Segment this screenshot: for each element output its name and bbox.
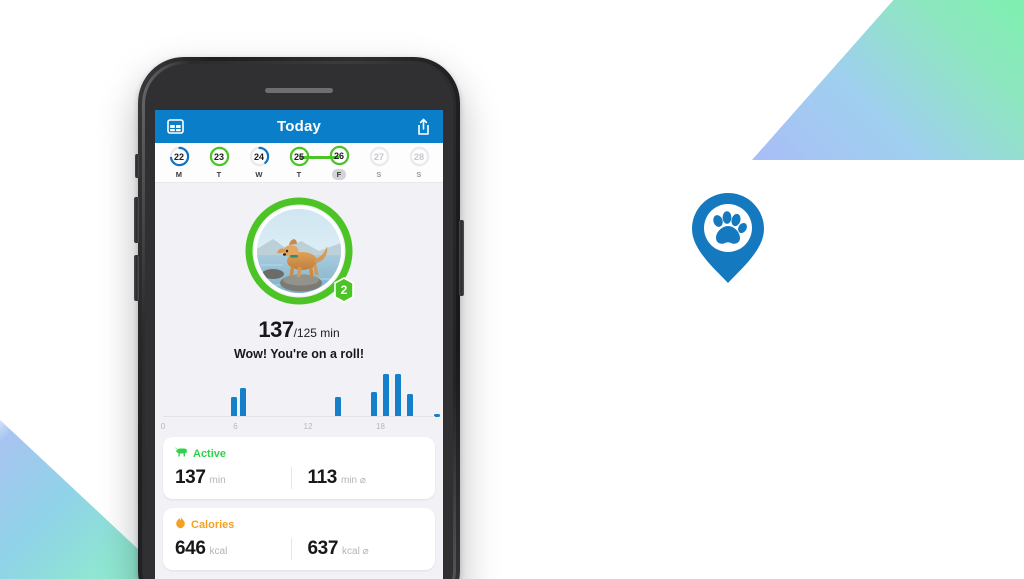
chart-x-tick: 0 (160, 422, 166, 431)
hero-section: 2 137/125 min Wow! You're on a roll! (155, 183, 443, 361)
volume-up-button[interactable] (134, 197, 139, 243)
chart-bar (407, 394, 414, 417)
score-goal: /125 min (293, 326, 340, 340)
hero-message: Wow! You're on a roll! (233, 347, 365, 361)
day-progress-ring: 26 (329, 145, 350, 166)
day-number: 26 (333, 150, 344, 161)
stat-card-active[interactable]: Active 137 min 113 min ⌀ (163, 437, 435, 499)
chart-bar (370, 392, 377, 417)
chart-x-tick: 18 (376, 422, 385, 431)
chart-bar (230, 397, 237, 417)
day-letter: M (175, 170, 183, 179)
day-number: 25 (293, 151, 304, 162)
chart-axis-line (163, 416, 435, 417)
flame-icon (175, 516, 186, 534)
day-letter: T (296, 170, 302, 179)
metric-secondary: 637 kcal ⌀ (290, 538, 424, 560)
card-title: Active (193, 448, 227, 460)
card-header: Active (175, 445, 423, 463)
metric-secondary-value: 113 (307, 467, 338, 488)
day-number: 24 (253, 151, 264, 162)
score-line: 137/125 min (155, 317, 443, 343)
stat-cards: Active 137 min 113 min ⌀ Calories 646 kcal 637 kc… (155, 437, 443, 570)
metric-primary-value: 646 (175, 538, 206, 559)
day-progress-ring: 24 (249, 146, 270, 167)
metric-secondary-value: 637 (307, 538, 339, 559)
chart-bar (334, 397, 341, 417)
week-day-23[interactable]: 23 T (201, 146, 237, 179)
week-day-27[interactable]: 27 S (361, 146, 397, 179)
speaker-grille (265, 88, 333, 93)
silent-switch-button[interactable] (135, 154, 139, 178)
metric-secondary-unit: min ⌀ (340, 475, 366, 486)
week-day-25[interactable]: 25 T (281, 146, 317, 179)
day-letter: S (376, 170, 382, 179)
card-header: Calories (175, 516, 423, 534)
card-body: 646 kcal 637 kcal ⌀ (175, 538, 423, 560)
share-icon[interactable] (413, 117, 433, 137)
day-number: 23 (213, 151, 224, 162)
metric-primary: 137 min (175, 467, 291, 489)
metric-primary: 646 kcal (175, 538, 291, 560)
day-progress-ring: 23 (209, 146, 230, 167)
day-letter: S (416, 170, 422, 179)
day-letter: W (255, 170, 263, 179)
day-progress-ring: 22 (169, 146, 190, 167)
chart-bar (395, 374, 401, 417)
card-body: 137 min 113 min ⌀ (175, 467, 423, 489)
avatar-progress-ring[interactable]: 2 (243, 195, 355, 307)
chart-bar (382, 374, 389, 417)
metric-secondary-unit: kcal ⌀ (342, 546, 369, 557)
week-day-28[interactable]: 28 S (401, 146, 437, 179)
calendar-icon[interactable] (165, 117, 185, 137)
badge-count-label: 2 (340, 283, 348, 297)
chart-bar (240, 387, 247, 417)
corner-gradient-top-right (752, 0, 1024, 160)
volume-down-button[interactable] (134, 255, 139, 301)
phone-mockup: Today 22M23T24W25T26F27S28S (134, 57, 464, 579)
metric-primary-unit: kcal (209, 546, 228, 557)
activity-bar-chart: 0 6 12 18 (155, 371, 443, 433)
phone-screen: Today 22M23T24W25T26F27S28S (155, 110, 443, 579)
metric-primary-value: 137 (175, 467, 206, 488)
week-day-22[interactable]: 22 M (161, 146, 197, 179)
card-title: Calories (191, 519, 235, 531)
day-progress-ring: 25 (289, 146, 310, 167)
app-header: Today (155, 110, 443, 143)
day-number: 22 (173, 151, 184, 162)
week-day-strip[interactable]: 22 M 23 T 24 W 25 T 26 F 27 S 28 S (155, 143, 443, 183)
page-title: Today (276, 118, 322, 135)
metric-primary-unit: min (209, 475, 226, 486)
week-day-26[interactable]: 26 F (321, 145, 357, 180)
day-number: 27 (373, 151, 384, 162)
day-letter: F (331, 169, 347, 180)
day-progress-ring: 28 (409, 146, 430, 167)
paw-map-pin-logo (683, 190, 773, 286)
day-letter: T (216, 170, 222, 179)
day-progress-ring: 27 (369, 146, 390, 167)
day-number: 28 (413, 151, 424, 162)
dog-icon (175, 445, 188, 463)
metric-secondary: 113 min ⌀ (290, 467, 424, 489)
chart-plot (163, 371, 440, 417)
chart-x-tick: 6 (233, 422, 238, 431)
week-day-24[interactable]: 24 W (241, 146, 277, 179)
power-button[interactable] (459, 220, 464, 296)
chart-x-tick: 12 (303, 422, 313, 431)
badge-count: 2 (331, 277, 357, 303)
score-value: 137 (258, 317, 294, 342)
stat-card-calories[interactable]: Calories 646 kcal 637 kcal ⌀ (163, 508, 435, 570)
